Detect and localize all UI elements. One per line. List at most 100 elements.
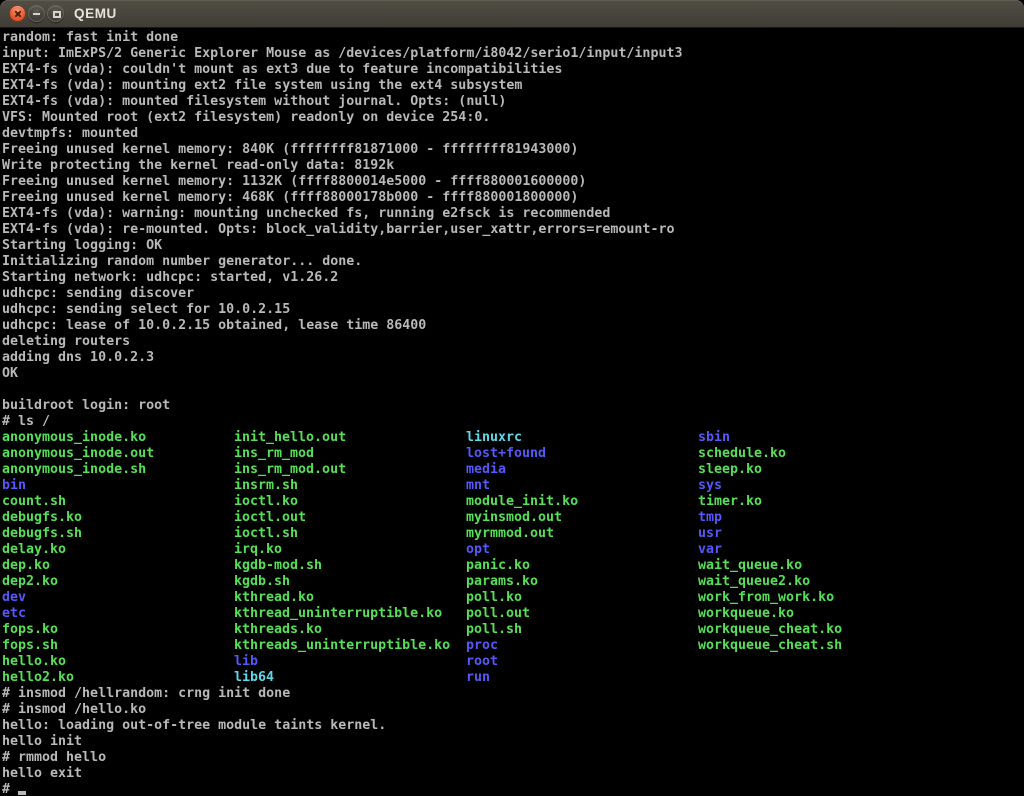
console-line: Write protecting the kernel read-only da… <box>2 158 1024 174</box>
file-entry: ioctl.ko <box>234 494 466 510</box>
empty-cell <box>698 670 930 686</box>
file-entry: anonymous_inode.ko <box>2 430 234 446</box>
qemu-window: QEMU random: fast init doneinput: ImExPS… <box>0 0 1024 796</box>
file-entry: hello.ko <box>2 654 234 670</box>
file-entry: delay.ko <box>2 542 234 558</box>
ls-row: etckthread_uninterruptible.kopoll.outwor… <box>2 606 1024 622</box>
ls-row: fops.shkthreads_uninterruptible.koprocwo… <box>2 638 1024 654</box>
ls-row: hello2.kolib64run <box>2 670 1024 686</box>
console-line: EXT4-fs (vda): mounted filesystem withou… <box>2 94 1024 110</box>
ls-row: dep2.kokgdb.shparams.kowait_queue2.ko <box>2 574 1024 590</box>
file-entry: schedule.ko <box>698 446 930 462</box>
file-entry: fops.ko <box>2 622 234 638</box>
file-entry: workqueue_cheat.sh <box>698 638 930 654</box>
minimize-button[interactable] <box>28 5 45 22</box>
directory-entry: usr <box>698 526 930 542</box>
directory-entry: run <box>466 670 698 686</box>
file-entry: workqueue_cheat.ko <box>698 622 930 638</box>
directory-entry: opt <box>466 542 698 558</box>
window-title: QEMU <box>74 0 117 28</box>
file-entry: wait_queue.ko <box>698 558 930 574</box>
console-line: # insmod /hello.ko <box>2 702 1024 718</box>
file-entry: kthread_uninterruptible.ko <box>234 606 466 622</box>
file-entry: wait_queue2.ko <box>698 574 930 590</box>
file-entry: anonymous_inode.out <box>2 446 234 462</box>
directory-entry: proc <box>466 638 698 654</box>
file-entry: work_from_work.ko <box>698 590 930 606</box>
ls-row: debugfs.shioctl.shmyrmmod.outusr <box>2 526 1024 542</box>
file-entry: debugfs.sh <box>2 526 234 542</box>
titlebar[interactable]: QEMU <box>0 0 1024 28</box>
file-entry: sleep.ko <box>698 462 930 478</box>
console-line: random: fast init done <box>2 30 1024 46</box>
console-line: hello exit <box>2 766 1024 782</box>
ls-row: debugfs.koioctl.outmyinsmod.outtmp <box>2 510 1024 526</box>
file-entry: ins_rm_mod.out <box>234 462 466 478</box>
empty-cell <box>698 654 930 670</box>
ls-row: count.shioctl.komodule_init.kotimer.ko <box>2 494 1024 510</box>
console-line: VFS: Mounted root (ext2 filesystem) read… <box>2 110 1024 126</box>
ls-row: anonymous_inode.outins_rm_modlost+founds… <box>2 446 1024 462</box>
file-entry: anonymous_inode.sh <box>2 462 234 478</box>
file-entry: poll.out <box>466 606 698 622</box>
console-line: EXT4-fs (vda): re-mounted. Opts: block_v… <box>2 222 1024 238</box>
file-entry: ins_rm_mod <box>234 446 466 462</box>
directory-entry: sys <box>698 478 930 494</box>
console-line: # ls / <box>2 414 1024 430</box>
console-line <box>2 382 1024 398</box>
close-button[interactable] <box>9 5 26 22</box>
directory-entry: dev <box>2 590 234 606</box>
file-entry: insrm.sh <box>234 478 466 494</box>
file-entry: fops.sh <box>2 638 234 654</box>
file-entry: hello2.ko <box>2 670 234 686</box>
directory-entry: etc <box>2 606 234 622</box>
console-line: devtmpfs: mounted <box>2 126 1024 142</box>
console-line: udhcpc: sending select for 10.0.2.15 <box>2 302 1024 318</box>
file-entry: kthread.ko <box>234 590 466 606</box>
console-line: EXT4-fs (vda): mounting ext2 file system… <box>2 78 1024 94</box>
file-entry: poll.ko <box>466 590 698 606</box>
maximize-button[interactable] <box>47 5 64 22</box>
file-entry: kgdb-mod.sh <box>234 558 466 574</box>
console-line: udhcpc: lease of 10.0.2.15 obtained, lea… <box>2 318 1024 334</box>
directory-entry: bin <box>2 478 234 494</box>
console-line: EXT4-fs (vda): warning: mounting uncheck… <box>2 206 1024 222</box>
console-line: deleting routers <box>2 334 1024 350</box>
directory-entry: root <box>466 654 698 670</box>
console-line: Starting network: udhcpc: started, v1.26… <box>2 270 1024 286</box>
console-line: input: ImExPS/2 Generic Explorer Mouse a… <box>2 46 1024 62</box>
cursor <box>18 791 26 795</box>
prompt-line: # <box>2 782 1024 796</box>
console-line: Freeing unused kernel memory: 840K (ffff… <box>2 142 1024 158</box>
directory-entry: sbin <box>698 430 930 446</box>
shell-prompt: # <box>2 782 18 796</box>
ls-row: bininsrm.shmntsys <box>2 478 1024 494</box>
directory-entry: media <box>466 462 698 478</box>
minimize-icon <box>33 13 40 15</box>
ls-row: anonymous_inode.koinit_hello.outlinuxrcs… <box>2 430 1024 446</box>
directory-entry: var <box>698 542 930 558</box>
close-icon <box>10 6 25 21</box>
console-line: hello: loading out-of-tree module taints… <box>2 718 1024 734</box>
file-entry: kthreads.ko <box>234 622 466 638</box>
symlink-entry: lib64 <box>234 670 466 686</box>
file-entry: params.ko <box>466 574 698 590</box>
file-entry: ioctl.sh <box>234 526 466 542</box>
file-entry: workqueue.ko <box>698 606 930 622</box>
console-output[interactable]: random: fast init doneinput: ImExPS/2 Ge… <box>0 28 1024 796</box>
console-line: OK <box>2 366 1024 382</box>
console-line: # insmod /hellrandom: crng init done <box>2 686 1024 702</box>
console-line: hello init <box>2 734 1024 750</box>
file-entry: module_init.ko <box>466 494 698 510</box>
directory-entry: lost+found <box>466 446 698 462</box>
file-entry: ioctl.out <box>234 510 466 526</box>
ls-row: fops.kokthreads.kopoll.shworkqueue_cheat… <box>2 622 1024 638</box>
ls-row: hello.kolibroot <box>2 654 1024 670</box>
directory-entry: mnt <box>466 478 698 494</box>
maximize-icon <box>53 11 61 19</box>
file-entry: panic.ko <box>466 558 698 574</box>
symlink-entry: linuxrc <box>466 430 698 446</box>
console-line: EXT4-fs (vda): couldn't mount as ext3 du… <box>2 62 1024 78</box>
console-line: buildroot login: root <box>2 398 1024 414</box>
console-line: # rmmod hello <box>2 750 1024 766</box>
